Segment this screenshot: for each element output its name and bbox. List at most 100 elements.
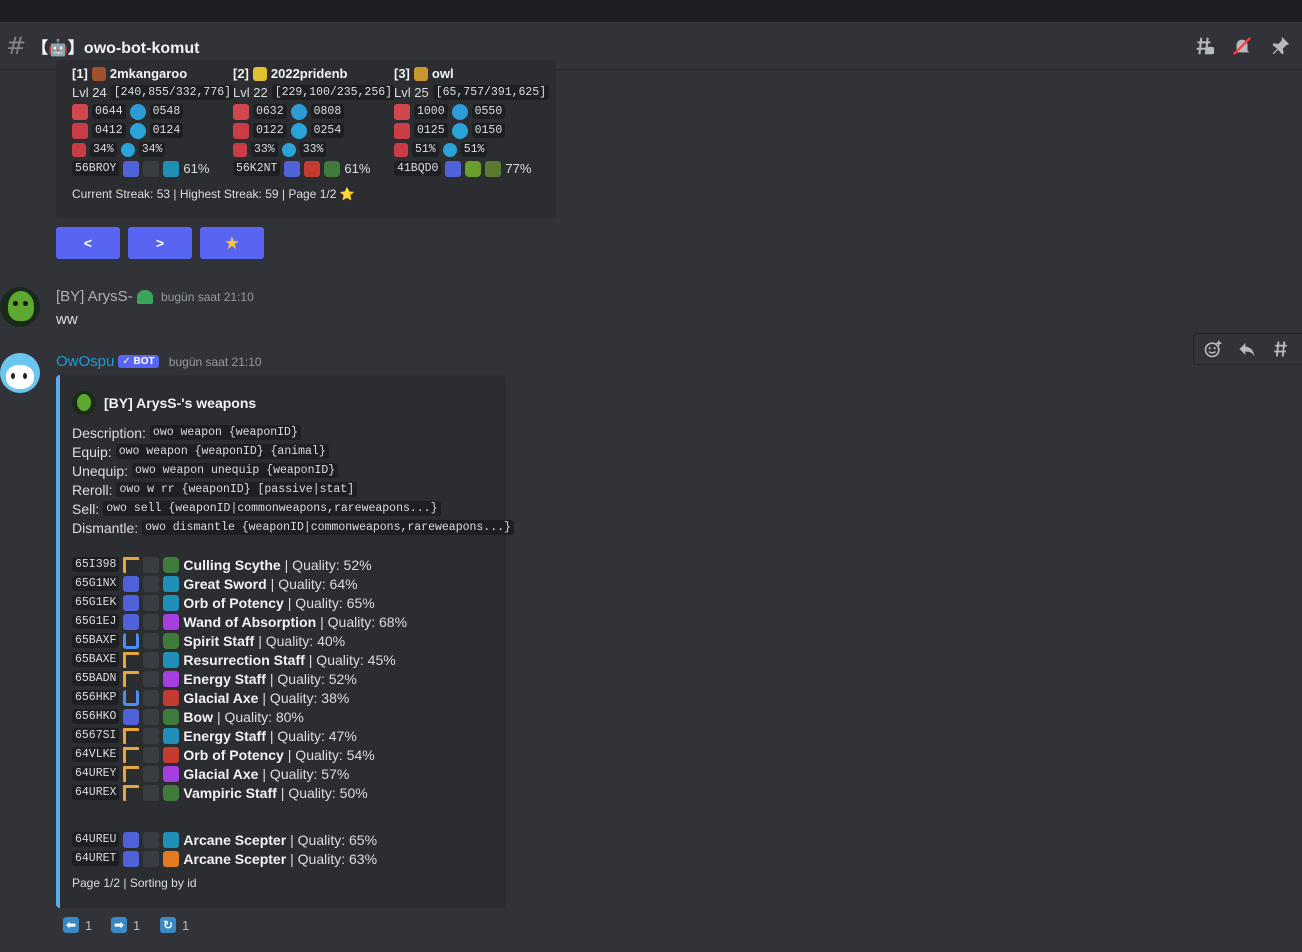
rarity-icon bbox=[123, 651, 140, 668]
weapon-quality: | Quality: 65% bbox=[290, 831, 378, 848]
weapon-quality: | Quality: 80% bbox=[216, 708, 304, 725]
reaction-repeat[interactable]: ↻ 1 bbox=[160, 913, 189, 937]
embed-title: [BY] ArysS-'s weapons bbox=[104, 395, 257, 411]
rarity-icon bbox=[123, 784, 140, 801]
hp-value: 0644 bbox=[92, 104, 126, 119]
arrow-right-icon: ➡ bbox=[111, 917, 127, 933]
passive-icon bbox=[324, 160, 341, 177]
avatar[interactable] bbox=[0, 287, 40, 327]
physical-resist-value: 51% bbox=[412, 142, 439, 157]
reaction-arrow-left[interactable]: ⬅ 1 bbox=[63, 913, 92, 937]
weapon-row: 65I398 Culling Scythe | Quality: 52% bbox=[72, 555, 372, 574]
attack-icon bbox=[72, 122, 88, 139]
pet-xp: [229,100/235,256] bbox=[271, 85, 396, 100]
reply-icon[interactable] bbox=[1236, 338, 1258, 360]
rank-label: [2] bbox=[233, 66, 249, 81]
passive-icon bbox=[163, 708, 180, 725]
weapon-quality: | Quality: 50% bbox=[280, 784, 368, 801]
weapon-row: 65G1EJ Wand of Absorption | Quality: 68% bbox=[72, 612, 407, 631]
weapon-icon bbox=[143, 670, 160, 687]
rarity-icon bbox=[123, 689, 140, 706]
wp-icon bbox=[451, 103, 468, 120]
help-command: owo sell {weaponID|commonweapons,rarewea… bbox=[103, 501, 441, 516]
attack-value: 0122 bbox=[253, 123, 287, 138]
magic-value: 0254 bbox=[310, 123, 345, 138]
physical-resist-icon bbox=[233, 142, 247, 157]
weapon-id: 64UREY bbox=[72, 766, 120, 781]
weapon-id: 64URET bbox=[72, 851, 120, 866]
weapon-quality: | Quality: 63% bbox=[290, 850, 378, 867]
passive-icon bbox=[163, 594, 180, 611]
weapons-embed-footer: Page 1/2 | Sorting by id bbox=[72, 876, 197, 890]
magic-resist-value: 34% bbox=[138, 142, 166, 157]
weapon-name: Great Sword bbox=[183, 575, 267, 592]
username[interactable]: [BY] ArysS- bbox=[56, 288, 133, 305]
title-bar bbox=[0, 0, 1302, 22]
pet-name: owl bbox=[431, 66, 454, 81]
message-author[interactable]: [BY] ArysS- bugün saat 21:10 bbox=[56, 288, 254, 305]
weapon-icon bbox=[143, 784, 160, 801]
wp-value: 0808 bbox=[310, 104, 345, 119]
pet-xp: [65,757/391,625] bbox=[432, 85, 550, 100]
weapon-quality: | Quality: 38% bbox=[262, 689, 350, 706]
passive-icon bbox=[163, 784, 180, 801]
magic-resist-icon bbox=[442, 142, 457, 157]
weapon-quality: | Quality: 47% bbox=[269, 727, 357, 744]
weapon-id: 65I398 bbox=[72, 557, 120, 572]
passive-icon bbox=[163, 556, 180, 573]
weapon-name: Energy Staff bbox=[183, 727, 266, 744]
next-page-button[interactable]: > bbox=[128, 227, 192, 259]
help-command: owo weapon {weaponID} {animal} bbox=[115, 444, 329, 459]
hp-icon bbox=[72, 103, 88, 120]
bot-username[interactable]: OwOspu bbox=[56, 353, 114, 370]
team-embed-footer: Current Streak: 53 | Highest Streak: 59 … bbox=[72, 187, 355, 201]
threads-icon[interactable] bbox=[1192, 34, 1216, 58]
prev-page-button[interactable]: < bbox=[56, 227, 120, 259]
help-label: Reroll: bbox=[72, 481, 113, 498]
weapon-name: Orb of Potency bbox=[183, 746, 284, 763]
reaction-arrow-right[interactable]: ➡ 1 bbox=[111, 913, 140, 937]
add-reaction-icon[interactable] bbox=[1202, 338, 1224, 360]
embed-author: [BY] ArysS-'s weapons bbox=[72, 391, 256, 415]
weapon-name: Orb of Potency bbox=[183, 594, 284, 611]
weapon-id: 6567SI bbox=[72, 728, 120, 743]
weapon-icon bbox=[143, 746, 160, 763]
weapon-row: 64UREY Glacial Axe | Quality: 57% bbox=[72, 764, 349, 783]
channel-title: 【🤖】owo-bot-komut bbox=[32, 39, 200, 57]
rarity-icon bbox=[123, 765, 140, 782]
passive-icon bbox=[163, 689, 180, 706]
notification-mute-icon[interactable] bbox=[1230, 34, 1254, 58]
help-line: Equip: owo weapon {weaponID} {animal} bbox=[72, 442, 329, 461]
create-thread-icon[interactable] bbox=[1270, 338, 1292, 360]
message-timestamp: bugün saat 21:10 bbox=[161, 290, 254, 304]
weapon-name: Arcane Scepter bbox=[183, 850, 287, 867]
help-command: owo dismantle {weaponID|commonweapons,ra… bbox=[142, 520, 514, 535]
weapon-quality: | Quality: 40% bbox=[258, 632, 346, 649]
weapon-icon bbox=[304, 160, 321, 177]
passive-icon bbox=[163, 670, 180, 687]
passive-icon bbox=[163, 850, 180, 867]
weapon-quality: | Quality: 52% bbox=[269, 670, 357, 687]
weapon-id: 65BADN bbox=[72, 671, 120, 686]
pet-name: 2022pridenb bbox=[270, 66, 348, 81]
star-button[interactable]: ★ bbox=[200, 227, 264, 259]
message-author[interactable]: OwOspu ✓ BOT bugün saat 21:10 bbox=[56, 353, 262, 370]
bot-avatar[interactable] bbox=[0, 353, 40, 393]
weapon-quality: | Quality: 65% bbox=[287, 594, 375, 611]
weapon-icon bbox=[143, 556, 160, 573]
weapon-icon bbox=[143, 651, 160, 668]
passive-icon bbox=[163, 160, 180, 177]
weapon-row: 64UREX Vampiric Staff | Quality: 50% bbox=[72, 783, 368, 802]
weapon-icon bbox=[143, 689, 160, 706]
help-label: Description: bbox=[72, 424, 146, 441]
weapon-name: Glacial Axe bbox=[183, 689, 259, 706]
weapon-name: Spirit Staff bbox=[183, 632, 255, 649]
weapon-id: 56K2NT bbox=[233, 161, 281, 176]
weapon-icon bbox=[143, 831, 160, 848]
weapon-icon bbox=[143, 575, 160, 592]
wp-value: 0550 bbox=[471, 104, 506, 119]
pet-name: 2mkangaroo bbox=[109, 66, 188, 81]
pride-flag-icon bbox=[252, 66, 267, 81]
pin-icon[interactable] bbox=[1268, 34, 1292, 58]
magic-resist-value: 33% bbox=[299, 142, 327, 157]
